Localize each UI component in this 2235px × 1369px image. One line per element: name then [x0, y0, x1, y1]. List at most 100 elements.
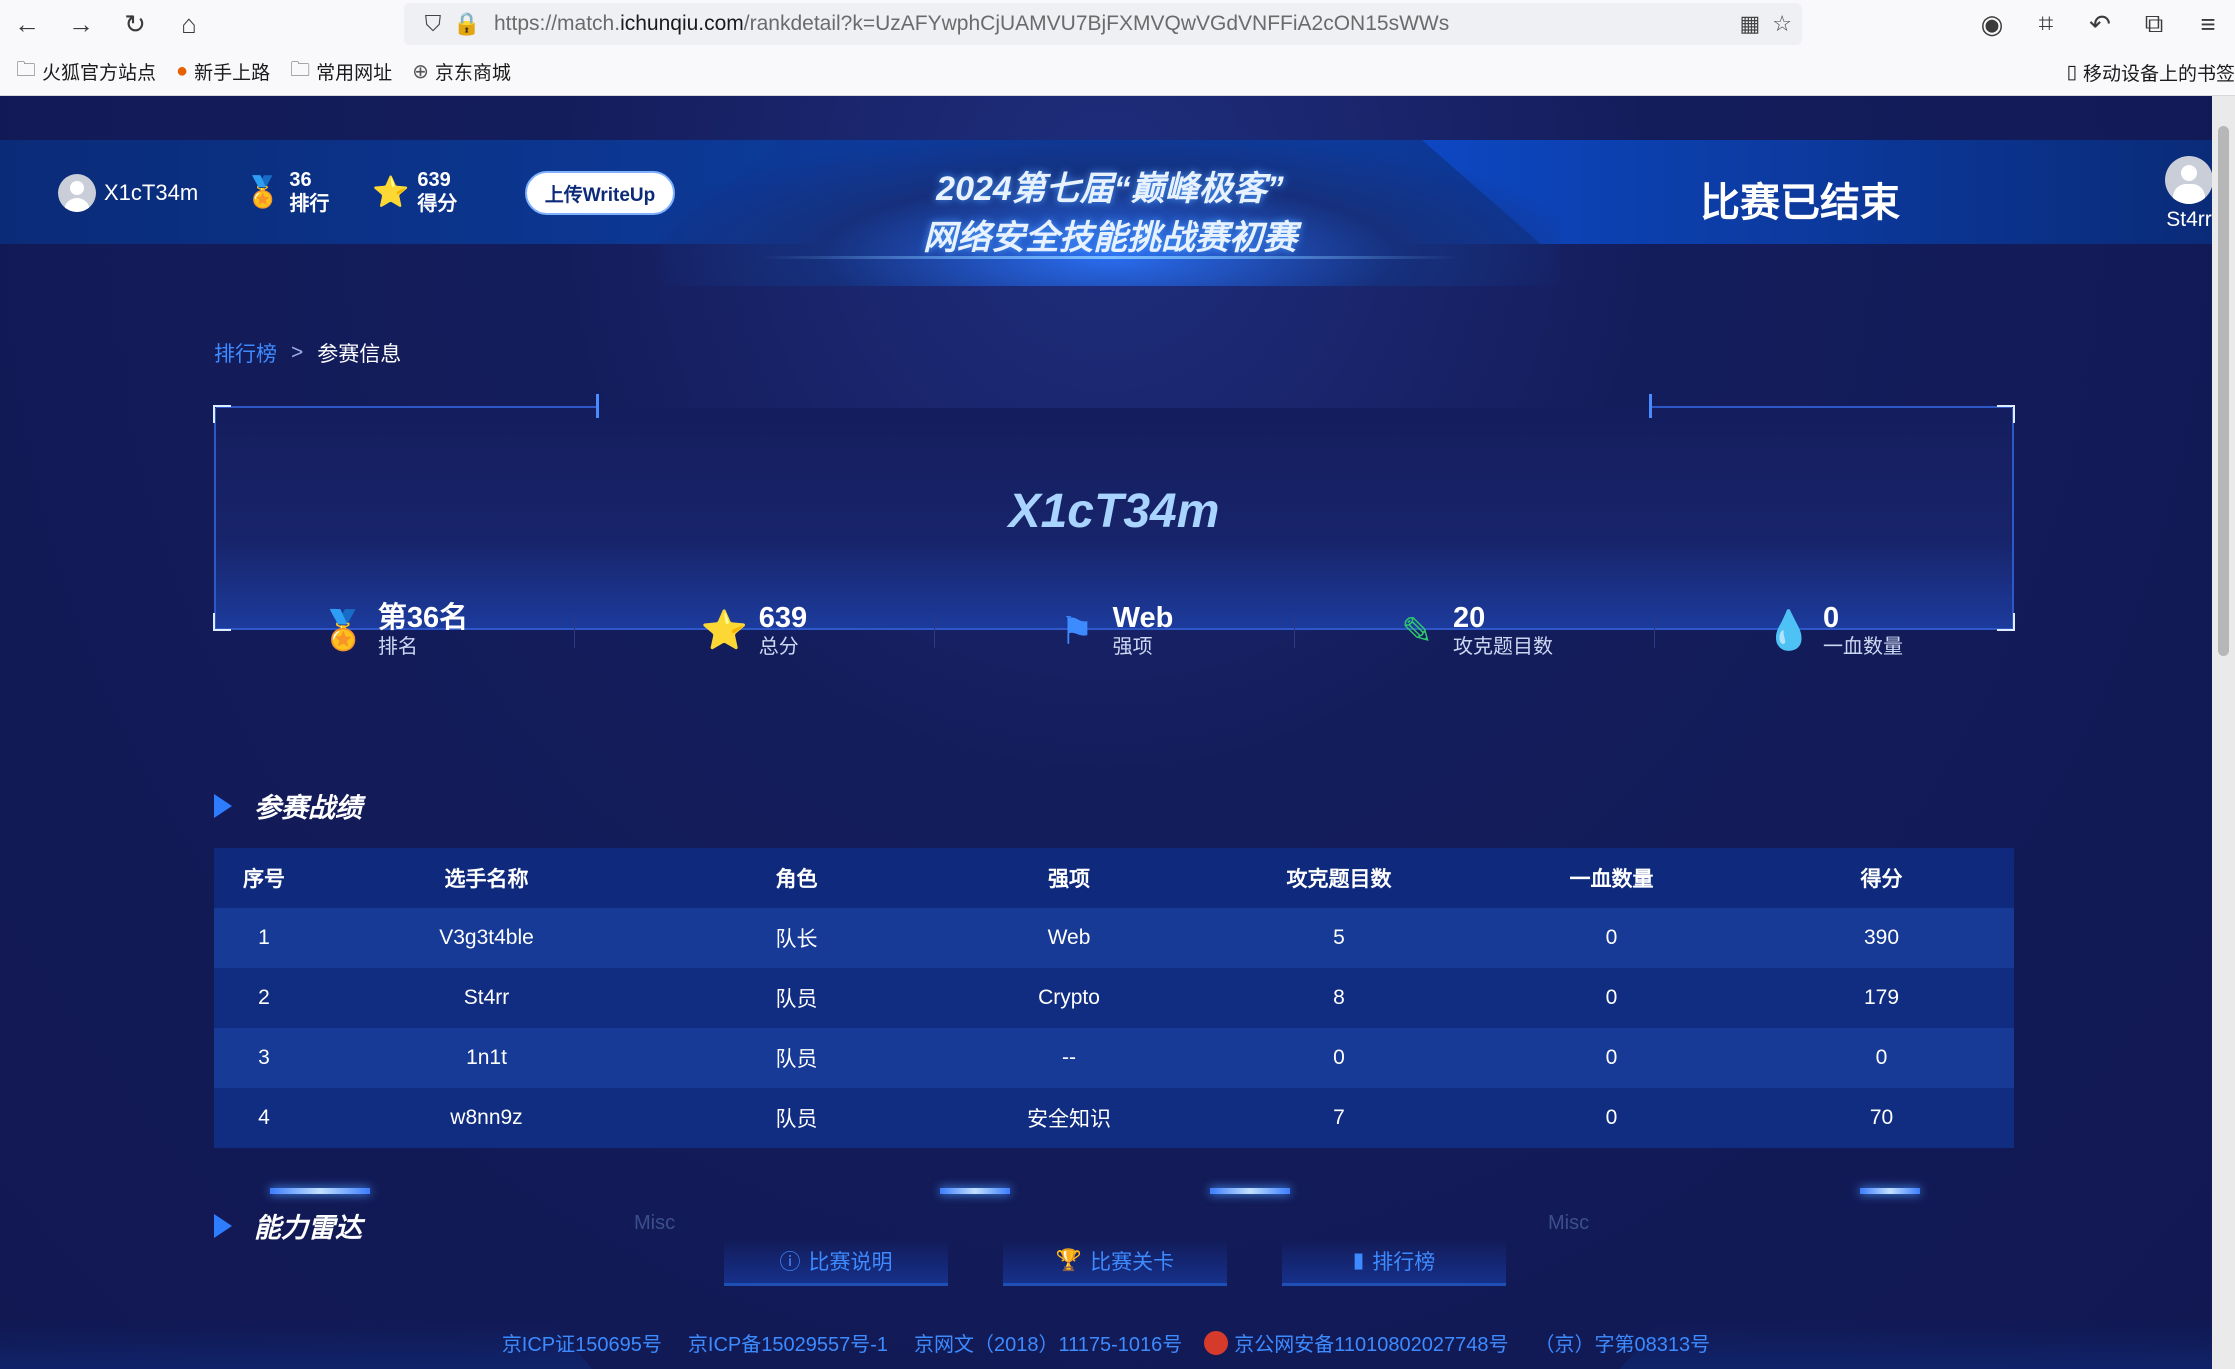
- stat-value: Web: [1112, 602, 1174, 634]
- team-user-chip[interactable]: X1cT34m: [58, 174, 198, 212]
- competition-status: 比赛已结束: [1700, 181, 1900, 225]
- breadcrumb: 排行榜 > 参赛信息: [214, 338, 401, 368]
- upload-writeup-button[interactable]: 上传WriteUp: [525, 171, 675, 215]
- stat-label: 强项: [1112, 636, 1153, 658]
- info-icon: ⓘ: [779, 1250, 801, 1274]
- table-cell: 队长: [775, 928, 818, 951]
- table-cell: 390: [1863, 926, 1900, 949]
- address-bar[interactable]: ⛉ 🔒 https://match.ichunqiu.com/rankdetai…: [404, 3, 1802, 45]
- footer-link[interactable]: 京公网安备11010802027748号: [1234, 1328, 1508, 1357]
- mobile-bookmarks[interactable]: ▯ 移动设备上的书签: [2067, 48, 2235, 96]
- extensions-icon[interactable]: ⧉: [2127, 0, 2181, 48]
- header-score: ⭐ 639 得分: [372, 168, 457, 216]
- table-row: 2 St4rr 队员 Crypto 8 0 179: [214, 968, 2014, 1028]
- footer-link[interactable]: 京ICP备15029557号-1: [688, 1328, 888, 1357]
- browser-toolbar: ← → ↻ ⌂ ⛉ 🔒 https://match.ichunqiu.com/r…: [0, 0, 2235, 48]
- radar-deco-bar: [1210, 1188, 1290, 1194]
- table-cell: 0: [1605, 1046, 1618, 1069]
- page-content: X1cT34m 🏅 36 排行 ⭐ 639 得分 上传WriteUp 2024第七届…: [0, 96, 2212, 1369]
- column-header: 选手名称: [444, 868, 529, 891]
- table-cell: 队员: [775, 1048, 818, 1071]
- column-header: 一血数量: [1569, 868, 1654, 891]
- scroll-thumb[interactable]: [2218, 126, 2229, 656]
- table-cell: 5: [1333, 926, 1345, 949]
- column-header: 得分: [1860, 868, 1903, 891]
- card-tick: [1649, 394, 1652, 418]
- account-icon[interactable]: ◉: [1965, 0, 2019, 48]
- radar-axis-label: Misc: [1548, 1212, 1590, 1234]
- table-cell: w8nn9z: [450, 1106, 523, 1129]
- nav-levels-button[interactable]: 🏆 比赛关卡: [1003, 1238, 1227, 1286]
- forward-icon[interactable]: →: [54, 0, 108, 48]
- table-cell: V3g3t4ble: [439, 926, 534, 949]
- trophy-icon: 🏆: [1055, 1248, 1083, 1272]
- medal-icon: 🏅: [244, 175, 282, 209]
- screenshot-icon[interactable]: ⌗: [2019, 0, 2073, 48]
- nav-ranking-button[interactable]: ▮ 排行榜: [1282, 1238, 1506, 1286]
- scrollbar[interactable]: [2212, 96, 2235, 1369]
- bookmark-item[interactable]: 🗀 常用网址: [290, 55, 392, 89]
- stat-rank: 🏅 第36名 排名: [214, 596, 574, 666]
- card-corner: [1997, 405, 2015, 423]
- undo-icon[interactable]: ↶: [2073, 0, 2127, 48]
- radar-deco-bar: [270, 1188, 370, 1194]
- stat-value: 第36名: [377, 602, 469, 634]
- qr-code-icon[interactable]: ▦: [1739, 11, 1760, 37]
- medal-icon: 🏅: [319, 610, 368, 652]
- record-table: 序号 选手名称 角色 强项 攻克题目数 一血数量 得分 1 V3g3t4ble 队长 Web 5 0 3…: [214, 848, 2014, 1148]
- menu-icon[interactable]: ≡: [2181, 0, 2235, 48]
- record-section-title: 参赛战绩: [214, 786, 362, 825]
- table-cell: 安全知识: [1027, 1108, 1111, 1131]
- footer-link[interactable]: （京）字第08313号: [1535, 1328, 1711, 1357]
- user-menu[interactable]: St4rr: [2165, 156, 2212, 232]
- breadcrumb-current: 参赛信息: [317, 343, 402, 366]
- card-border: [1652, 406, 2012, 408]
- home-icon[interactable]: ⌂: [162, 0, 216, 48]
- folder-icon: 🗀: [290, 58, 311, 81]
- table-header: 序号 选手名称 角色 强项 攻克题目数 一血数量 得分: [214, 848, 2014, 908]
- score-value: 639: [417, 169, 451, 191]
- bookmark-star-icon[interactable]: ☆: [1772, 11, 1792, 37]
- url-text[interactable]: https://match.ichunqiu.com/rankdetail?k=…: [494, 12, 1449, 36]
- flag-icon: ⚑: [1059, 610, 1094, 653]
- event-title-line2: 网络安全技能挑战赛初赛: [923, 219, 1297, 257]
- event-title-line1: 2024第七届“巅峰极客”: [936, 170, 1284, 208]
- back-icon[interactable]: ←: [0, 0, 54, 48]
- bar-chart-icon: ▮: [1352, 1249, 1365, 1272]
- footer-link[interactable]: 京网文（2018）11175-1016号: [914, 1328, 1182, 1357]
- table-cell: 0: [1605, 1106, 1618, 1129]
- reload-icon[interactable]: ↻: [108, 0, 162, 48]
- column-header: 角色: [775, 868, 818, 891]
- radar-deco-bar: [940, 1188, 1010, 1194]
- footer-link[interactable]: 京ICP证150695号: [502, 1328, 662, 1357]
- bookmark-item[interactable]: ● 新手上路: [176, 58, 270, 85]
- footer: 京ICP证150695号 京ICP备15029557号-1 京网文（2018）1…: [0, 1328, 2212, 1357]
- table-cell: 179: [1863, 986, 1900, 1009]
- column-header: 攻克题目数: [1286, 868, 1392, 891]
- section-title: 参赛战绩: [254, 793, 362, 823]
- team-name: X1cT34m: [104, 180, 199, 205]
- nav-rules-button[interactable]: ⓘ 比赛说明: [724, 1238, 948, 1286]
- radar-axis-label: Misc: [634, 1212, 676, 1234]
- blood-drop-icon: 💧: [1765, 610, 1813, 652]
- bookmarks-bar: 🗀 火狐官方站点 ● 新手上路 🗀 常用网址 ⊕ 京东商城 ▯ 移动设备上的书签: [0, 48, 2235, 96]
- bookmark-item[interactable]: 🗀 火狐官方站点: [16, 55, 156, 89]
- stat-value: 639: [758, 602, 808, 634]
- avatar: [2165, 156, 2212, 204]
- rank-label: 排行: [289, 193, 330, 215]
- card-border: [216, 406, 596, 408]
- lock-icon[interactable]: 🔒: [450, 11, 484, 37]
- table-cell: 3: [258, 1046, 270, 1069]
- nav-label: 比赛说明: [808, 1250, 893, 1274]
- card-tick: [596, 394, 599, 418]
- rank-value: 36: [289, 169, 312, 191]
- column-header: 序号: [243, 868, 285, 891]
- stat-score: ⭐ 639 总分: [574, 596, 934, 666]
- table-row: 1 V3g3t4ble 队长 Web 5 0 390: [214, 908, 2014, 968]
- table-cell: 队员: [775, 988, 818, 1011]
- stat-label: 攻克题目数: [1453, 636, 1553, 658]
- breadcrumb-ranking-link[interactable]: 排行榜: [214, 338, 277, 368]
- bookmark-item[interactable]: ⊕ 京东商城: [412, 58, 511, 85]
- shield-icon[interactable]: ⛉: [416, 11, 450, 37]
- table-row: 3 1n1t 队员 -- 0 0 0: [214, 1028, 2014, 1088]
